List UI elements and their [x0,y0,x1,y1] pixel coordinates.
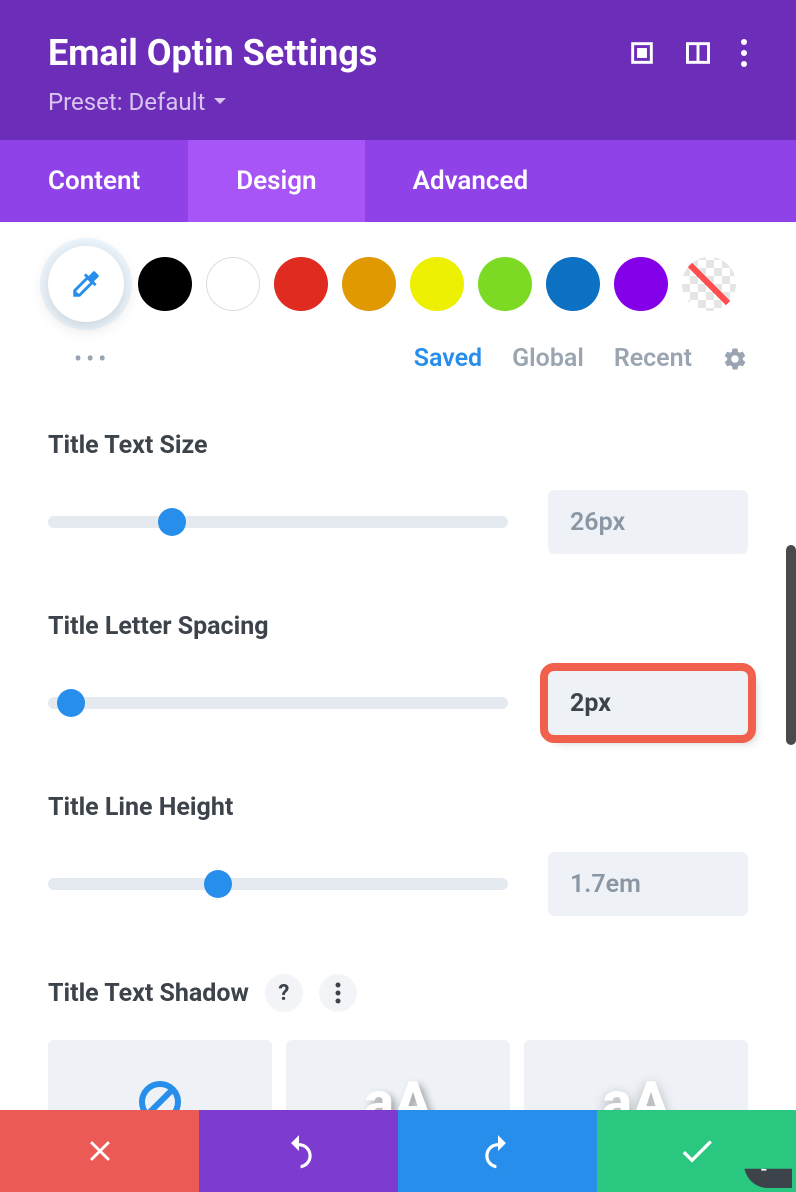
tab-design[interactable]: Design [188,140,364,222]
color-swatch[interactable] [478,257,532,311]
slider-line-height[interactable] [48,878,508,890]
color-swatch[interactable] [206,257,260,311]
color-swatch[interactable] [546,257,600,311]
palette-tab-global[interactable]: Global [512,344,584,373]
eyedropper-icon [69,267,103,301]
slider-thumb[interactable] [57,689,85,717]
page-title: Email Optin Settings [48,32,377,74]
field-letter-spacing: Title Letter Spacing 2px [48,612,748,735]
more-icon[interactable] [740,38,748,68]
input-text-size[interactable]: 26px [548,490,748,554]
slider-text-size[interactable] [48,516,508,528]
close-button[interactable] [0,1110,199,1192]
color-picker-row [48,246,748,322]
palette-tab-saved[interactable]: Saved [414,344,482,373]
color-swatch[interactable] [410,257,464,311]
undo-icon [280,1132,318,1170]
redo-button[interactable] [398,1110,597,1192]
tab-advanced[interactable]: Advanced [365,140,577,222]
main-tabs: Content Design Advanced [0,140,796,222]
redo-icon [479,1132,517,1170]
footer-actions [0,1110,796,1192]
label-letter-spacing: Title Letter Spacing [48,612,748,641]
help-icon[interactable]: ? [265,974,303,1012]
chevron-down-icon [213,97,227,107]
palette-tab-recent[interactable]: Recent [614,344,692,373]
expand-icon[interactable] [628,39,656,67]
gear-icon[interactable] [722,346,748,372]
color-swatch[interactable] [138,257,192,311]
kebab-icon [335,982,341,1004]
color-swatch[interactable] [614,257,668,311]
color-swatch[interactable] [342,257,396,311]
label-text-size: Title Text Size [48,431,748,460]
tab-content[interactable]: Content [0,140,188,222]
options-icon[interactable] [319,974,357,1012]
close-icon [83,1134,117,1168]
palette-tabs: ••• Saved Global Recent [48,344,748,373]
preset-selector[interactable]: Preset: Default [48,88,748,116]
more-dots-icon[interactable]: ••• [74,345,110,373]
undo-button[interactable] [199,1110,398,1192]
field-text-size: Title Text Size 26px [48,431,748,554]
label-line-height: Title Line Height [48,793,748,822]
slider-letter-spacing[interactable] [48,697,508,709]
label-text-shadow: Title Text Shadow [48,979,249,1008]
input-letter-spacing[interactable]: 2px [548,671,748,735]
slider-thumb[interactable] [204,870,232,898]
color-swatch[interactable] [274,257,328,311]
slider-thumb[interactable] [158,508,186,536]
color-swatch-none[interactable] [682,257,736,311]
scrollbar[interactable] [786,545,796,745]
field-line-height: Title Line Height 1.7em [48,793,748,916]
settings-header: Email Optin Settings Preset: Default [0,0,796,140]
check-icon [677,1131,717,1171]
eyedropper-button[interactable] [48,246,124,322]
panel-icon[interactable] [684,39,712,67]
input-line-height[interactable]: 1.7em [548,852,748,916]
